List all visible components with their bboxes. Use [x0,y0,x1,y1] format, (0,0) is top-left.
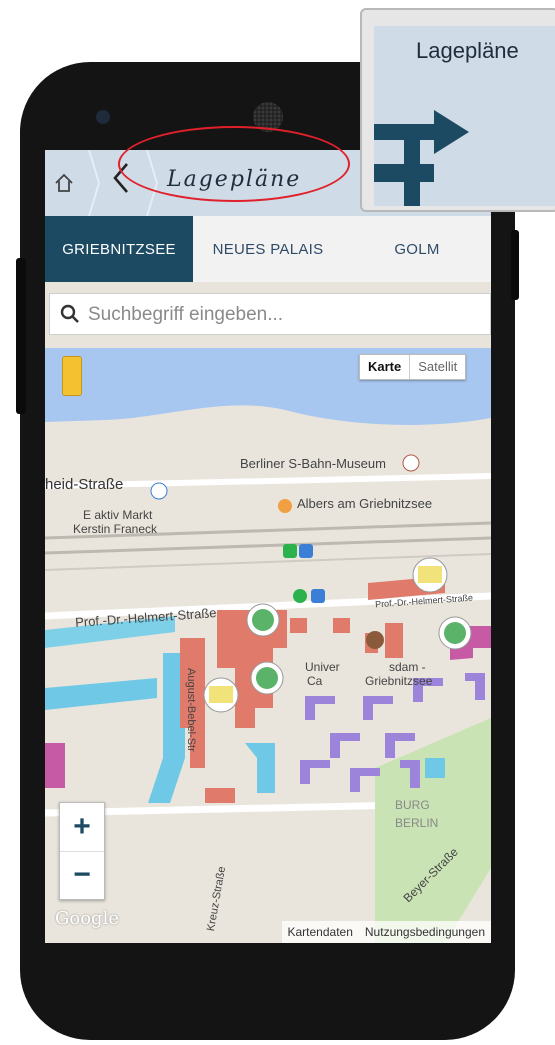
map-data-link[interactable]: Kartendaten [282,925,359,939]
zoom-in-button[interactable]: + [60,803,104,852]
map-label: E aktiv Markt [83,508,153,522]
map-label: BERLIN [395,816,439,830]
zoom-out-button[interactable]: − [60,851,104,899]
front-camera [96,110,110,124]
map-label: Ca [307,674,323,688]
callout-tile: Lagepläne [374,26,555,206]
tab-golm[interactable]: GOLM [343,216,491,282]
highlight-circle [118,126,350,202]
map-type-map-button[interactable]: Karte [360,355,411,379]
tab-neues-palais[interactable]: NEUES PALAIS [193,216,343,282]
callout-title: Lagepläne [416,38,519,63]
home-button[interactable] [49,164,79,202]
zoom-callout: Lagepläne [360,8,555,212]
map-label: Griebnitzsee [365,674,433,688]
map-label: Kerstin Franeck [73,522,158,536]
street-view-pegman-icon[interactable] [62,356,82,396]
map-attribution: Kartendaten Nutzungsbedingungen [281,921,491,943]
map-type-satellite-button[interactable]: Satellit [410,355,465,379]
google-logo: Google [55,908,119,929]
map-label: August-Bebel-Str [185,668,197,752]
map-label: Univer [305,660,340,674]
map-label: BURG [395,798,430,812]
signpost-icon [374,110,469,206]
map-label: sdam - [389,660,426,674]
app-screen: Lagepläne GRIEBNITZSEE NEUES PALAIS GOLM [45,150,491,943]
tab-griebnitzsee[interactable]: GRIEBNITZSEE [45,216,193,282]
terms-link[interactable]: Nutzungsbedingungen [359,925,491,939]
phone-side-button [16,258,26,414]
search-icon [60,304,79,323]
zoom-control: + − [59,802,105,900]
search-input[interactable] [86,299,480,331]
home-icon [55,173,73,192]
search-bar [49,293,491,335]
campus-tabs: GRIEBNITZSEE NEUES PALAIS GOLM [45,216,491,282]
map-canvas [45,348,491,943]
map-type-control: Karte Satellit [359,354,467,380]
map-label: Berliner S-Bahn-Museum [240,456,386,471]
campus-map[interactable]: Berliner S-Bahn-Museum heid-Straße E akt… [45,348,491,943]
map-label: heid-Straße [45,476,124,493]
phone-side-button-right [511,230,519,300]
breadcrumb-separator [88,150,101,216]
map-label: Albers am Griebnitzsee [297,496,433,511]
